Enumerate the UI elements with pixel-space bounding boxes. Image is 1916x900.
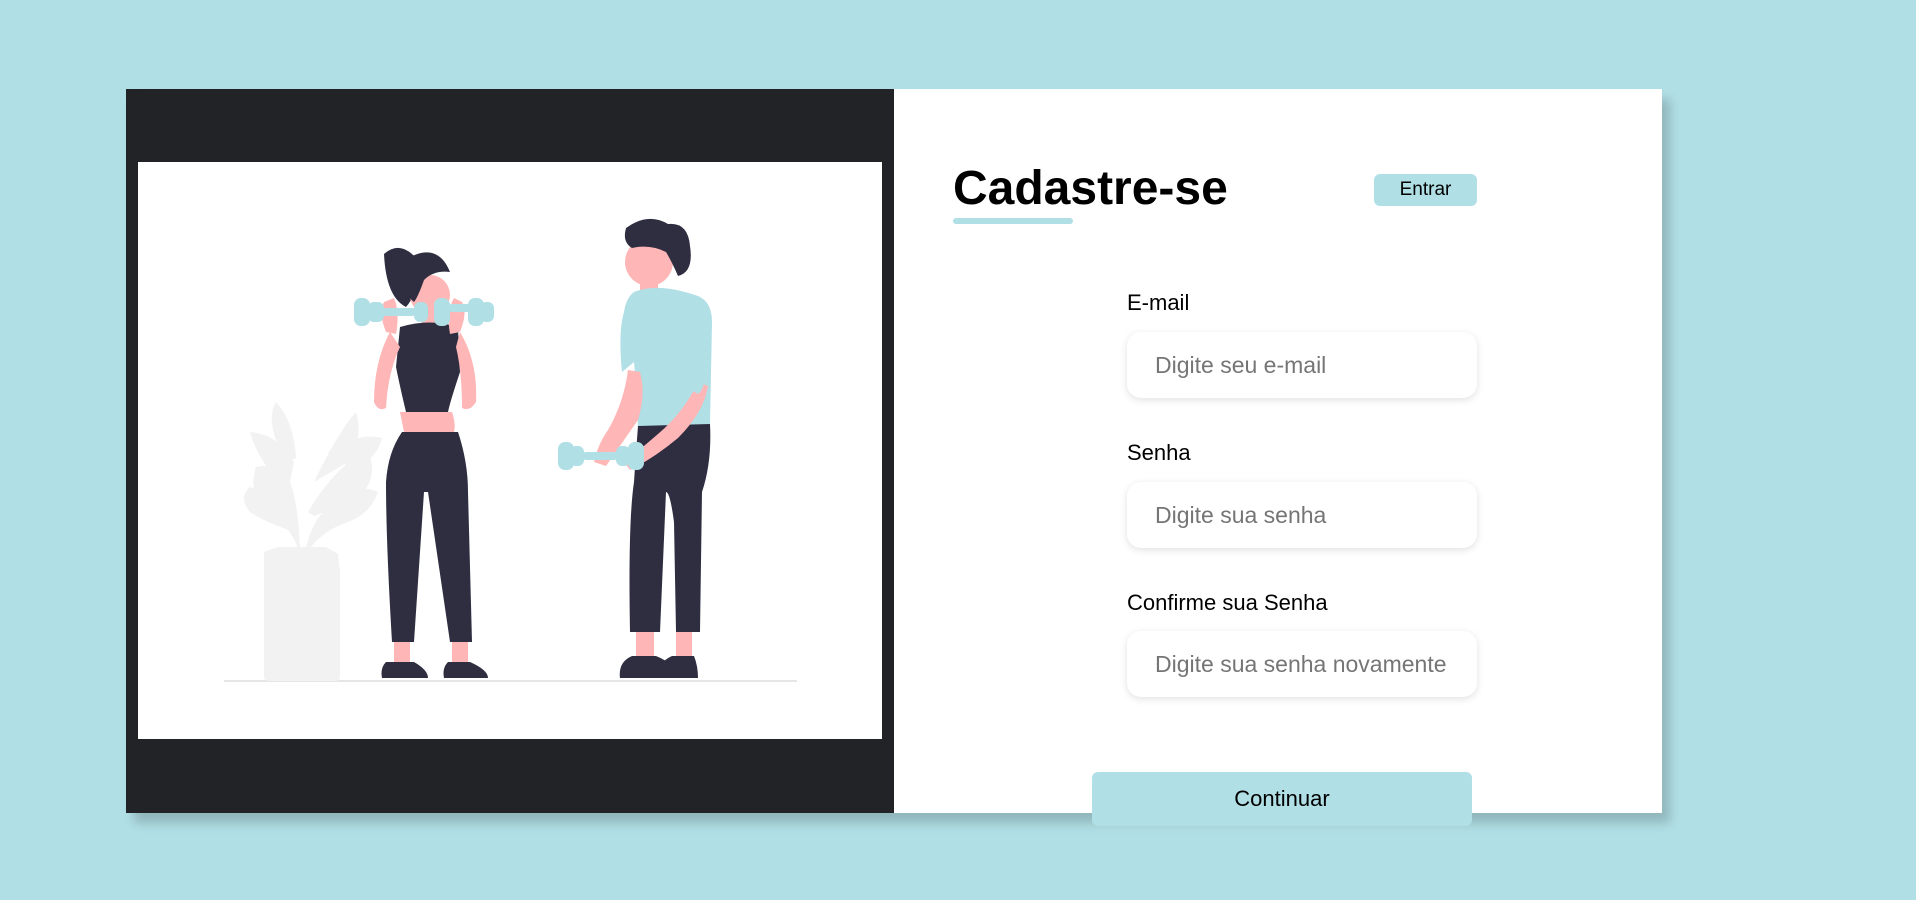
man-figure <box>594 218 712 678</box>
page-title: Cadastre-se <box>953 162 1228 215</box>
continue-button[interactable]: Continuar <box>1092 772 1472 826</box>
image-panel <box>126 89 894 813</box>
password-field[interactable] <box>1127 482 1477 548</box>
plant-icon <box>244 402 382 681</box>
login-switch-button[interactable]: Entrar <box>1374 174 1477 206</box>
email-label: E-mail <box>1127 290 1190 315</box>
email-field[interactable] <box>1127 332 1477 398</box>
password-label: Senha <box>1127 440 1191 465</box>
title-underline <box>953 218 1073 224</box>
fitness-people-illustration <box>224 218 797 682</box>
illustration-frame <box>138 162 882 739</box>
confirm-password-field[interactable] <box>1127 631 1477 697</box>
confirm-password-label: Confirme sua Senha <box>1127 590 1328 615</box>
